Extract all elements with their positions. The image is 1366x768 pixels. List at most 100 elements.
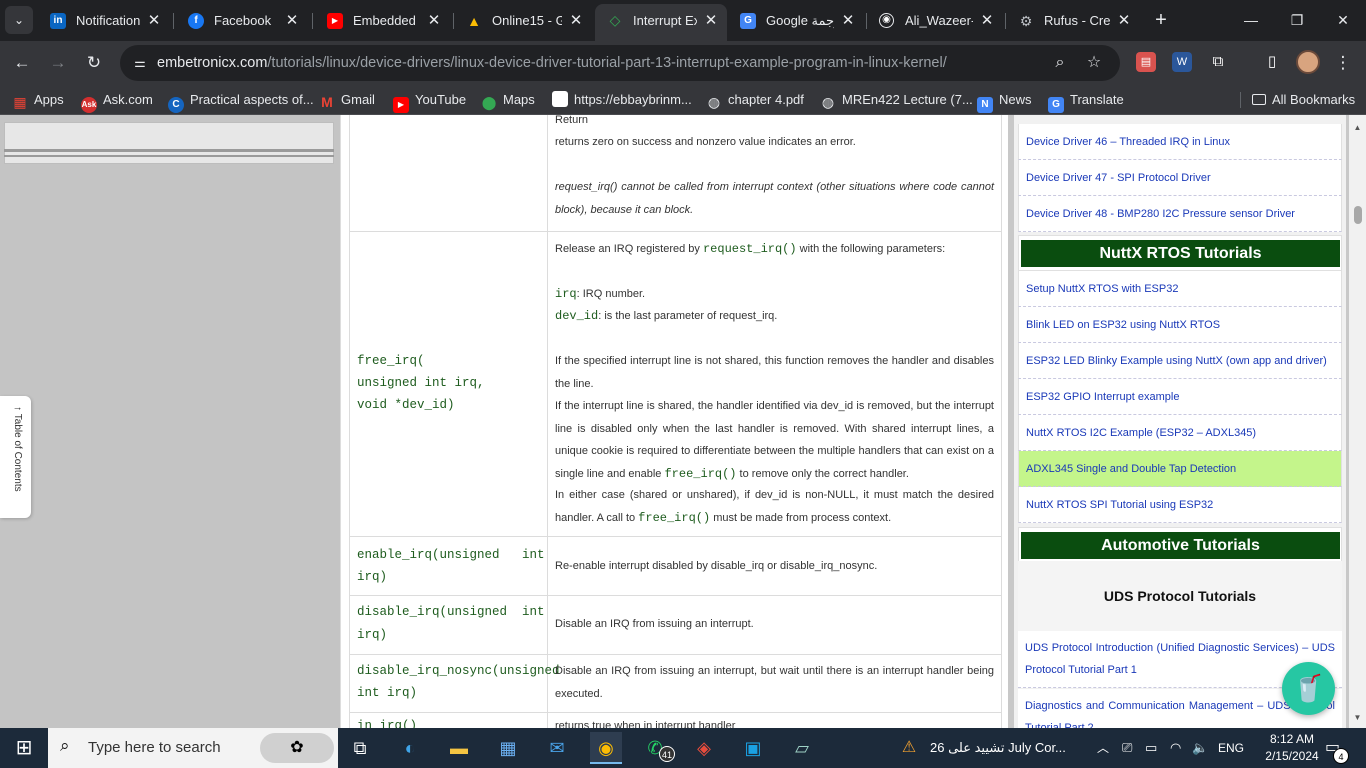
sidebar-link[interactable]: NuttX RTOS SPI Tutorial using ESP32: [1018, 487, 1342, 523]
app-window-icon[interactable]: ▣: [737, 732, 769, 764]
restore-button[interactable]: ❐: [1274, 0, 1320, 41]
right-sidebar: Device Driver 46 – Threaded IRQ in Linux…: [1014, 115, 1346, 728]
return-label: Return: [555, 115, 589, 126]
table-of-contents-toggle[interactable]: ↑ Table of Contents: [0, 396, 31, 518]
close-icon[interactable]: ✕: [568, 5, 584, 36]
close-icon[interactable]: ✕: [703, 4, 719, 37]
tab-ali-wazeer[interactable]: ◉ Ali_Wazeer-F ✕: [867, 5, 1003, 36]
mail-icon[interactable]: ✉: [541, 732, 573, 764]
url-text[interactable]: embetronicx.com/tutorials/linux/device-d…: [157, 45, 947, 81]
search-icon[interactable]: ⌕: [1050, 53, 1070, 73]
bookmark-chapter4[interactable]: ◍ chapter 4.pdf: [706, 85, 804, 115]
tab-online15[interactable]: ▲ Online15 - G ✕: [454, 5, 592, 36]
close-icon[interactable]: ✕: [146, 5, 162, 36]
rufus-icon: ⚙: [1019, 13, 1033, 29]
coffee-cup-icon: 🥤: [1292, 673, 1325, 703]
toc-label: ↑ Table of Contents: [12, 406, 23, 492]
close-icon[interactable]: ✕: [284, 5, 300, 36]
extension-icon[interactable]: ▤: [1136, 52, 1156, 72]
tab-interrupt-example[interactable]: ◇ Interrupt Exa ✕: [595, 4, 727, 41]
reload-button[interactable]: ↻: [81, 50, 107, 76]
news-weather-icon[interactable]: ⚠: [893, 732, 925, 764]
new-tab-button[interactable]: +: [1150, 6, 1172, 34]
tab-notifications[interactable]: in Notifications ✕: [38, 5, 170, 36]
section-header-wrap: NuttX RTOS Tutorials: [1018, 235, 1342, 271]
close-icon[interactable]: ✕: [840, 5, 856, 36]
side-panel-icon[interactable]: ▯: [1262, 52, 1282, 72]
section-header-automotive: Automotive Tutorials: [1021, 532, 1340, 559]
copilot-icon[interactable]: ✿: [260, 733, 334, 763]
task-view-icon[interactable]: ⧉: [344, 732, 376, 764]
scroll-up-icon[interactable]: ▲: [1353, 123, 1362, 132]
tab-google-translate[interactable]: G Google ترجمة ✕: [728, 5, 864, 36]
sidebar-link[interactable]: ESP32 GPIO Interrupt example: [1018, 379, 1342, 415]
notepad-icon[interactable]: ▱: [786, 732, 818, 764]
menu-icon[interactable]: ⋮: [1330, 50, 1356, 76]
bookmark-mren422[interactable]: ◍ MREn422 Lecture (7...: [820, 85, 973, 115]
bookmark-youtube[interactable]: ▶ YouTube: [393, 85, 466, 115]
close-icon[interactable]: ✕: [1116, 5, 1132, 36]
scroll-down-icon[interactable]: ▼: [1353, 713, 1362, 722]
globe-icon: ◍: [821, 94, 835, 110]
table-row: disable_irq(unsigned int irq) Disable an…: [349, 595, 1002, 654]
forward-button[interactable]: →: [45, 50, 71, 76]
news-ticker[interactable]: 26 تشييد على July Cor...: [930, 728, 1066, 768]
scroll-thumb[interactable]: [1354, 206, 1362, 224]
google-drive-icon: ▲: [467, 13, 481, 29]
tab-embedded[interactable]: ▶ Embedded L ✕: [315, 5, 450, 36]
tab-facebook[interactable]: f Facebook ✕: [176, 5, 308, 36]
sidebar-link[interactable]: Device Driver 47 - SPI Protocol Driver: [1018, 160, 1342, 196]
sidebar-link[interactable]: Device Driver 46 – Threaded IRQ in Linux: [1018, 124, 1342, 160]
site-info-icon[interactable]: ⚌: [130, 53, 150, 73]
page-scrollbar[interactable]: ▲ ▼: [1349, 115, 1366, 728]
bookmark-maps[interactable]: ⬤ Maps: [481, 85, 535, 115]
extensions-puzzle-icon[interactable]: ⧉: [1208, 52, 1228, 72]
minimize-button[interactable]: —: [1228, 0, 1274, 41]
store-icon[interactable]: ▦: [492, 732, 524, 764]
bookmark-ebbaybrinm[interactable]: https://ebbaybrinm...: [552, 85, 692, 115]
windows-start-icon[interactable]: ⊞: [8, 732, 40, 764]
edge-icon[interactable]: ◐: [394, 732, 426, 764]
linkedin-icon: in: [50, 13, 66, 29]
profile-avatar[interactable]: [1296, 50, 1320, 74]
bookmark-news[interactable]: N News: [977, 85, 1032, 115]
table-row: enable_irq(unsigned int irq) Re-enable i…: [349, 536, 1002, 595]
bookmark-gmail[interactable]: M Gmail: [319, 85, 375, 115]
address-bar[interactable]: ⚌ embetronicx.com/tutorials/linux/device…: [120, 45, 1120, 81]
all-bookmarks[interactable]: All Bookmarks: [1252, 85, 1355, 115]
bookmark-translate[interactable]: G Translate: [1048, 85, 1124, 115]
sidebar-link[interactable]: ESP32 LED Blinky Example using NuttX (ow…: [1018, 343, 1342, 379]
file-explorer-icon[interactable]: ▬: [443, 732, 475, 764]
buy-me-coffee-button[interactable]: 🥤: [1282, 662, 1335, 715]
chevron-up-icon[interactable]: ︿: [1097, 728, 1109, 768]
close-icon[interactable]: ✕: [426, 5, 442, 36]
tab-search-button[interactable]: ⌄: [5, 6, 33, 34]
sidebar-link[interactable]: Setup NuttX RTOS with ESP32: [1018, 271, 1342, 307]
sidebar-link[interactable]: Device Driver 48 - BMP280 I2C Pressure s…: [1018, 196, 1342, 232]
app-icon[interactable]: ◈: [688, 732, 720, 764]
page-icon: [552, 91, 568, 107]
tab-rufus[interactable]: ⚙ Rufus - Crea ✕: [1006, 5, 1140, 36]
close-icon[interactable]: ✕: [979, 5, 995, 36]
sidebar-link-highlighted[interactable]: ADXL345 Single and Double Tap Detection: [1018, 451, 1342, 487]
bookmark-ask[interactable]: Ask Ask.com: [81, 85, 153, 115]
language-indicator[interactable]: ENG: [1218, 728, 1244, 768]
youtube-icon: ▶: [327, 13, 343, 29]
bookmarks-bar: ▦ Apps Ask Ask.com C Practical aspects of..…: [0, 85, 1366, 115]
sidebar-link[interactable]: Blink LED on ESP32 using NuttX RTOS: [1018, 307, 1342, 343]
volume-icon[interactable]: 🔈: [1192, 728, 1208, 768]
clock[interactable]: 8:12 AM 2/15/2024: [1262, 731, 1322, 765]
apps-grid-icon: ▦: [13, 94, 27, 110]
sidebar-link[interactable]: NuttX RTOS I2C Example (ESP32 – ADXL345): [1018, 415, 1342, 451]
bookmark-practical-aspects[interactable]: C Practical aspects of...: [168, 85, 314, 115]
wifi-icon[interactable]: ◠: [1170, 728, 1181, 768]
word-extension-icon[interactable]: W: [1172, 52, 1192, 72]
back-button[interactable]: ←: [9, 50, 35, 76]
bookmark-apps[interactable]: ▦ Apps: [12, 85, 63, 115]
star-icon[interactable]: ☆: [1084, 53, 1104, 73]
close-window-button[interactable]: ✕: [1320, 0, 1366, 41]
battery-icon[interactable]: ▭: [1145, 728, 1157, 768]
device-icon[interactable]: ⎚: [1122, 728, 1132, 768]
chrome-icon[interactable]: ◉: [590, 732, 622, 764]
google-translate-icon: G: [740, 13, 756, 29]
